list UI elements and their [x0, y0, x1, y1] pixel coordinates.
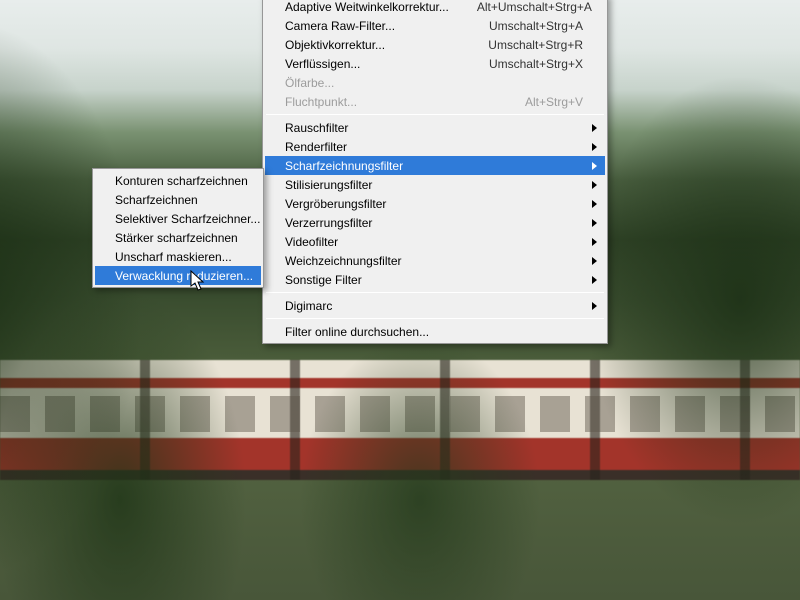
menu-item-label: Camera Raw-Filter...: [285, 19, 461, 33]
menu-item-noise[interactable]: Rauschfilter: [265, 118, 605, 137]
menu-item-label: Videofilter: [285, 235, 583, 249]
image-canvas[interactable]: Adaptive Weitwinkelkorrektur... Alt+Umsc…: [0, 0, 800, 600]
menu-item-label: Konturen scharfzeichnen: [115, 174, 248, 188]
menu-item-label: Ölfarbe...: [285, 76, 583, 90]
submenu-item-unsharp-mask[interactable]: Unscharf maskieren...: [95, 247, 261, 266]
menu-item-label: Scharfzeichnen: [115, 193, 239, 207]
menu-item-label: Fluchtpunkt...: [285, 95, 497, 109]
menu-item-vanishing-point: Fluchtpunkt... Alt+Strg+V: [265, 92, 605, 111]
image-train-windows: [0, 396, 800, 432]
submenu-item-smart-sharpen[interactable]: Selektiver Scharfzeichner...: [95, 209, 261, 228]
submenu-item-sharpen-more[interactable]: Stärker scharfzeichnen: [95, 228, 261, 247]
menu-separator: [266, 292, 604, 293]
menu-item-label: Unscharf maskieren...: [115, 250, 239, 264]
submenu-item-shake-reduction[interactable]: Verwacklung reduzieren...: [95, 266, 261, 285]
menu-item-label: Weichzeichnungsfilter: [285, 254, 583, 268]
menu-item-label: Stärker scharfzeichnen: [115, 231, 239, 245]
menu-item-label: Verwacklung reduzieren...: [115, 269, 253, 283]
sharpen-submenu: Konturen scharfzeichnen Scharfzeichnen S…: [92, 168, 264, 288]
menu-item-label: Rauschfilter: [285, 121, 583, 135]
menu-item-pixelate[interactable]: Vergröberungsfilter: [265, 194, 605, 213]
submenu-item-sharpen[interactable]: Scharfzeichnen: [95, 190, 261, 209]
menu-item-adaptive-wide-angle[interactable]: Adaptive Weitwinkelkorrektur... Alt+Umsc…: [265, 0, 605, 16]
menu-item-render[interactable]: Renderfilter: [265, 137, 605, 156]
menu-item-label: Objektivkorrektur...: [285, 38, 460, 52]
menu-item-shortcut: Umschalt+Strg+R: [488, 38, 583, 52]
menu-item-shortcut: Alt+Umschalt+Strg+A: [477, 0, 592, 14]
menu-item-digimarc[interactable]: Digimarc: [265, 296, 605, 315]
menu-item-label: Renderfilter: [285, 140, 583, 154]
menu-item-distort[interactable]: Verzerrungsfilter: [265, 213, 605, 232]
menu-item-label: Verflüssigen...: [285, 57, 461, 71]
menu-item-browse-filters-online[interactable]: Filter online durchsuchen...: [265, 322, 605, 341]
menu-item-label: Stilisierungsfilter: [285, 178, 583, 192]
menu-item-sharpen[interactable]: Scharfzeichnungsfilter: [265, 156, 605, 175]
menu-separator: [266, 318, 604, 319]
menu-separator: [266, 114, 604, 115]
filter-menu: Adaptive Weitwinkelkorrektur... Alt+Umsc…: [262, 0, 608, 344]
menu-item-liquify[interactable]: Verflüssigen... Umschalt+Strg+X: [265, 54, 605, 73]
menu-item-label: Digimarc: [285, 299, 583, 313]
menu-item-label: Selektiver Scharfzeichner...: [115, 212, 260, 226]
menu-item-blur[interactable]: Weichzeichnungsfilter: [265, 251, 605, 270]
menu-item-label: Adaptive Weitwinkelkorrektur...: [285, 0, 449, 14]
menu-item-lens-correction[interactable]: Objektivkorrektur... Umschalt+Strg+R: [265, 35, 605, 54]
menu-item-label: Sonstige Filter: [285, 273, 583, 287]
menu-item-shortcut: Alt+Strg+V: [525, 95, 583, 109]
menu-item-stylize[interactable]: Stilisierungsfilter: [265, 175, 605, 194]
menu-item-label: Scharfzeichnungsfilter: [285, 159, 583, 173]
menu-item-label: Filter online durchsuchen...: [285, 325, 583, 339]
menu-item-other[interactable]: Sonstige Filter: [265, 270, 605, 289]
menu-item-label: Vergröberungsfilter: [285, 197, 583, 211]
menu-item-video[interactable]: Videofilter: [265, 232, 605, 251]
menu-item-camera-raw[interactable]: Camera Raw-Filter... Umschalt+Strg+A: [265, 16, 605, 35]
menu-item-shortcut: Umschalt+Strg+A: [489, 19, 583, 33]
menu-item-label: Verzerrungsfilter: [285, 216, 583, 230]
menu-item-oil-paint: Ölfarbe...: [265, 73, 605, 92]
menu-item-shortcut: Umschalt+Strg+X: [489, 57, 583, 71]
submenu-item-sharpen-edges[interactable]: Konturen scharfzeichnen: [95, 171, 261, 190]
